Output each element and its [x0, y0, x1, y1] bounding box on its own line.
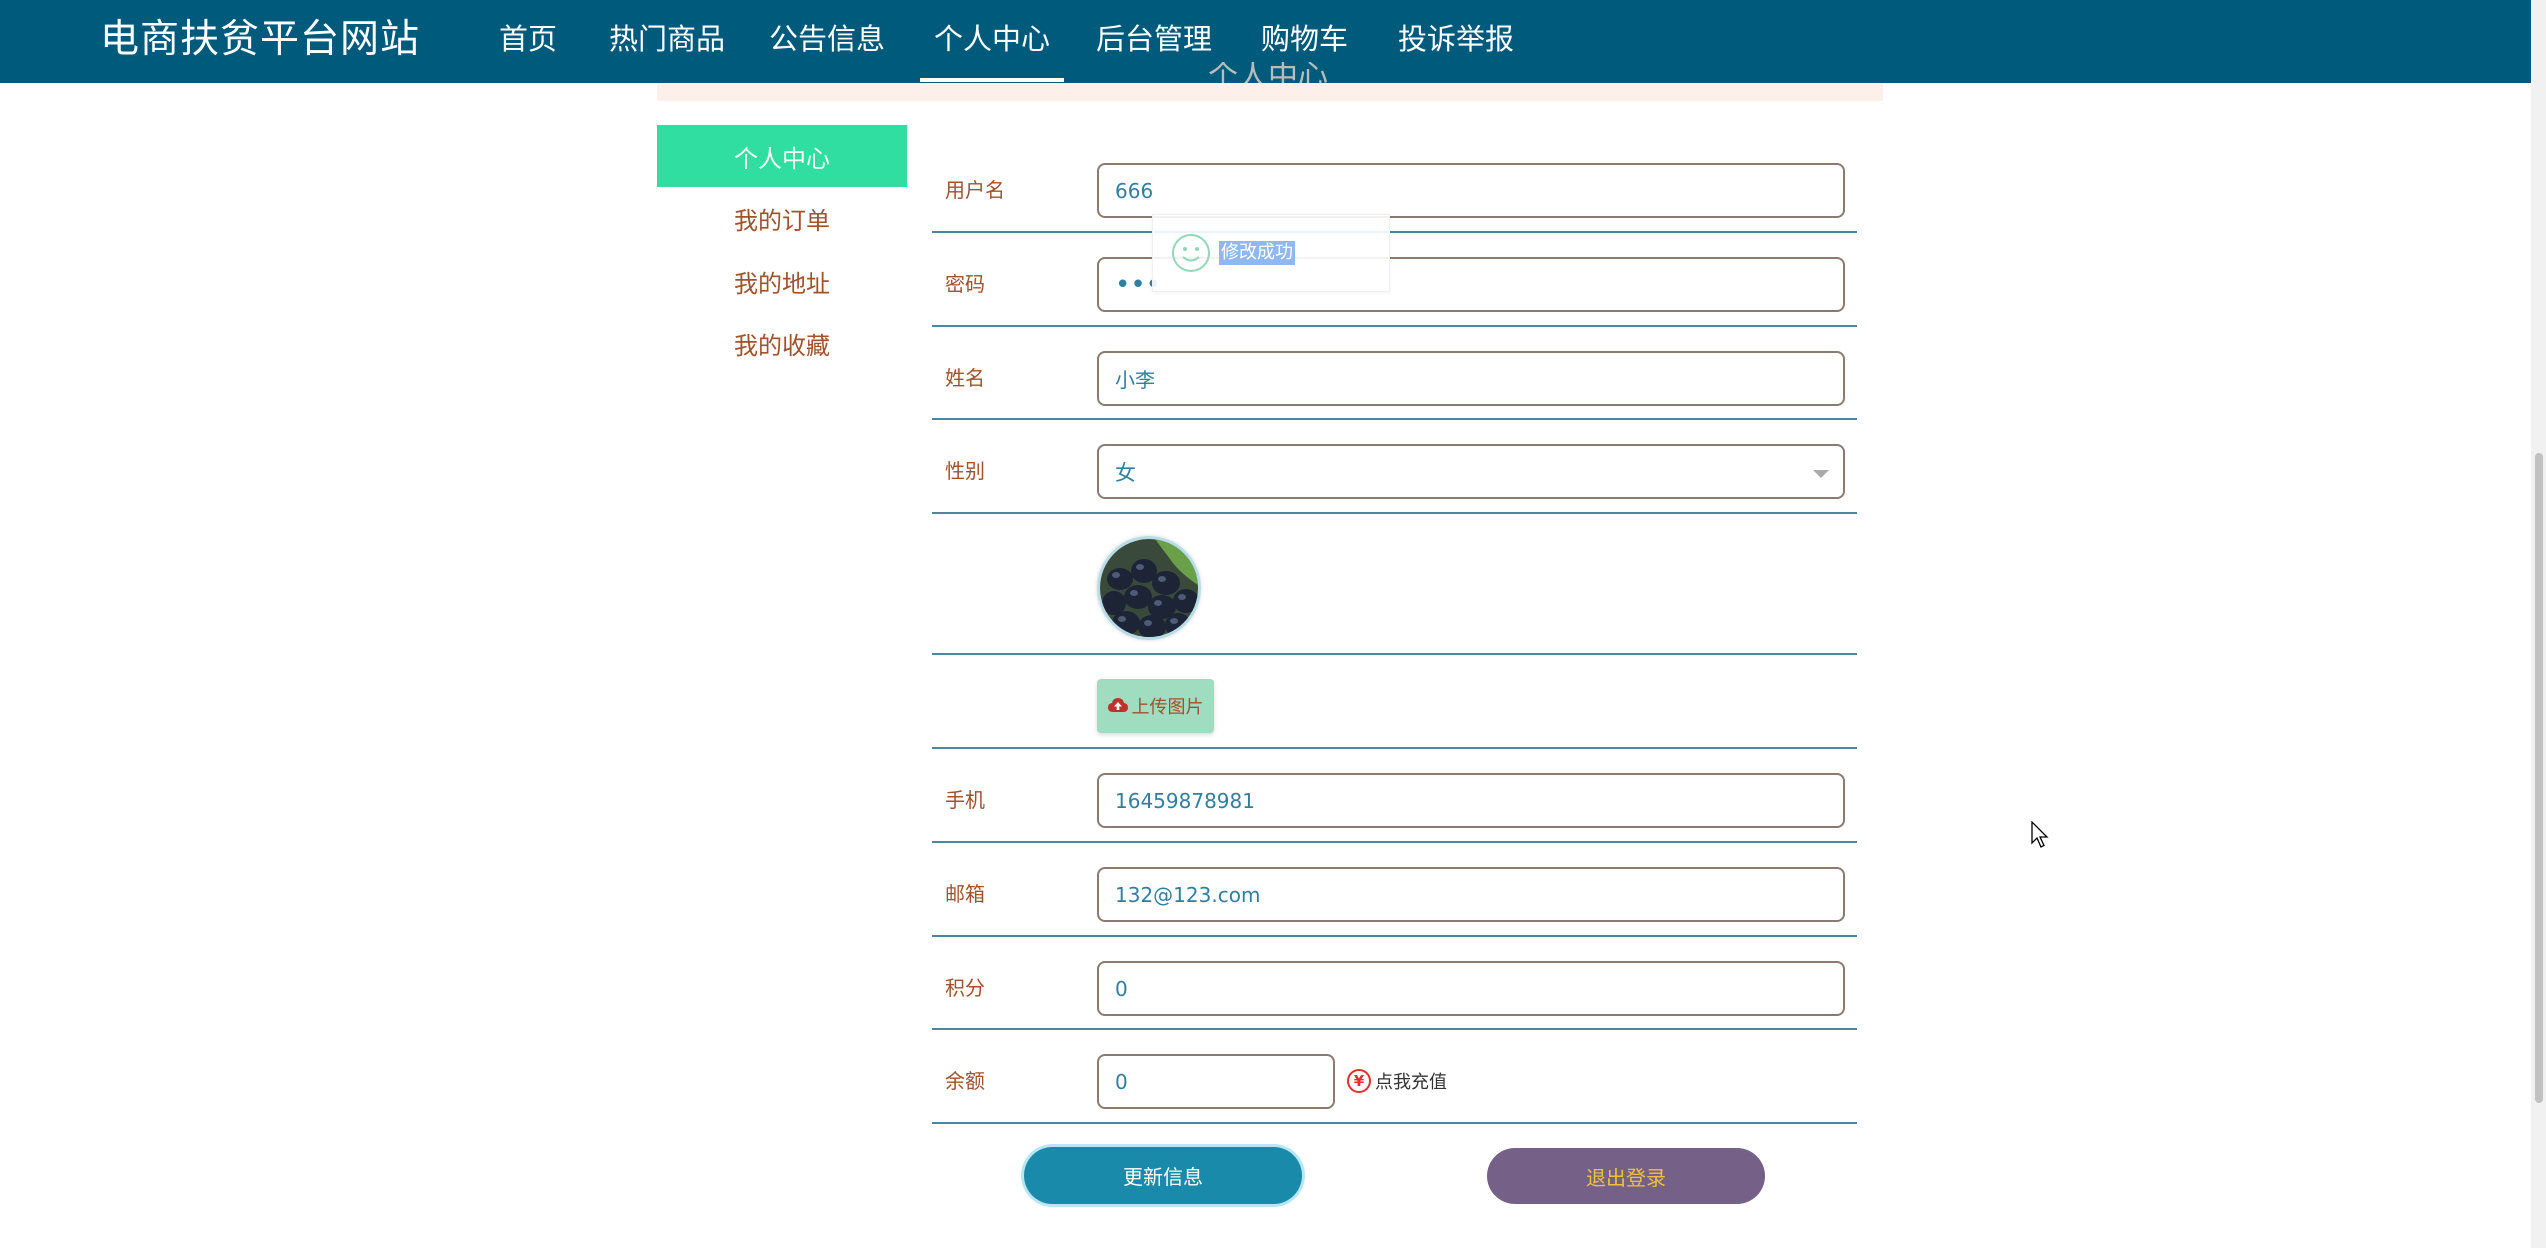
sidebar-item-orders[interactable]: 我的订单	[657, 187, 907, 249]
balance-input[interactable]	[1097, 1054, 1335, 1109]
points-label: 积分	[945, 976, 985, 1000]
nav-item-hot-products[interactable]: 热门商品	[609, 18, 725, 60]
site-title[interactable]: 电商扶贫平台网站	[100, 14, 420, 66]
points-input[interactable]	[1097, 961, 1845, 1016]
name-label: 姓名	[945, 366, 985, 390]
gender-selected-value: 女	[1115, 460, 1136, 485]
nav-item-cart[interactable]: 购物车	[1261, 18, 1348, 60]
row-divider	[932, 325, 1857, 327]
scrollbar-thumb[interactable]	[2535, 453, 2543, 1103]
gender-label: 性别	[945, 459, 985, 483]
email-label: 邮箱	[945, 882, 985, 906]
avatar[interactable]	[1097, 536, 1201, 640]
nav-item-complaints[interactable]: 投诉举报	[1398, 18, 1514, 60]
smile-icon	[1172, 234, 1210, 272]
phone-input[interactable]	[1097, 773, 1845, 828]
nav-item-admin[interactable]: 后台管理	[1096, 18, 1212, 60]
logout-button[interactable]: 退出登录	[1487, 1148, 1765, 1204]
sidebar-item-personal-center[interactable]: 个人中心	[657, 125, 907, 187]
username-input[interactable]	[1097, 163, 1845, 218]
password-label: 密码	[945, 272, 985, 296]
recharge-link[interactable]: ¥ 点我充值	[1347, 1068, 1447, 1094]
row-divider	[932, 841, 1857, 843]
name-input[interactable]	[1097, 351, 1845, 406]
email-input[interactable]	[1097, 867, 1845, 922]
row-divider	[932, 1122, 1857, 1124]
nav-item-personal-center[interactable]: 个人中心	[919, 18, 1065, 82]
gender-select[interactable]: 女	[1097, 444, 1845, 499]
mouse-cursor-icon	[2031, 821, 2049, 848]
phone-label: 手机	[945, 788, 985, 812]
row-divider	[932, 747, 1857, 749]
nav-item-announcements[interactable]: 公告信息	[769, 18, 885, 60]
row-divider	[932, 935, 1857, 937]
upload-image-button[interactable]: 上传图片	[1097, 679, 1214, 733]
row-divider	[932, 1028, 1857, 1030]
page-header-strip	[657, 83, 1883, 101]
row-divider	[932, 653, 1857, 655]
update-info-button[interactable]: 更新信息	[1024, 1147, 1302, 1204]
cloud-upload-icon	[1107, 698, 1128, 712]
chevron-down-icon	[1813, 470, 1829, 478]
sidebar-item-addresses[interactable]: 我的地址	[657, 250, 907, 312]
toast-message: 修改成功	[1219, 241, 1295, 265]
row-divider	[932, 231, 1857, 233]
sidebar-item-favorites[interactable]: 我的收藏	[657, 312, 907, 374]
balance-label: 余额	[945, 1069, 985, 1093]
upload-image-label: 上传图片	[1131, 697, 1204, 718]
row-divider	[932, 512, 1857, 514]
row-divider	[932, 418, 1857, 420]
avatar-image	[1100, 539, 1198, 637]
nav-item-home[interactable]: 首页	[499, 18, 557, 60]
username-label: 用户名	[945, 178, 1005, 202]
yen-icon: ¥	[1347, 1069, 1371, 1093]
page-title: 个人中心	[1208, 62, 1328, 83]
success-toast: 修改成功	[1152, 214, 1390, 292]
recharge-label: 点我充值	[1375, 1072, 1447, 1093]
